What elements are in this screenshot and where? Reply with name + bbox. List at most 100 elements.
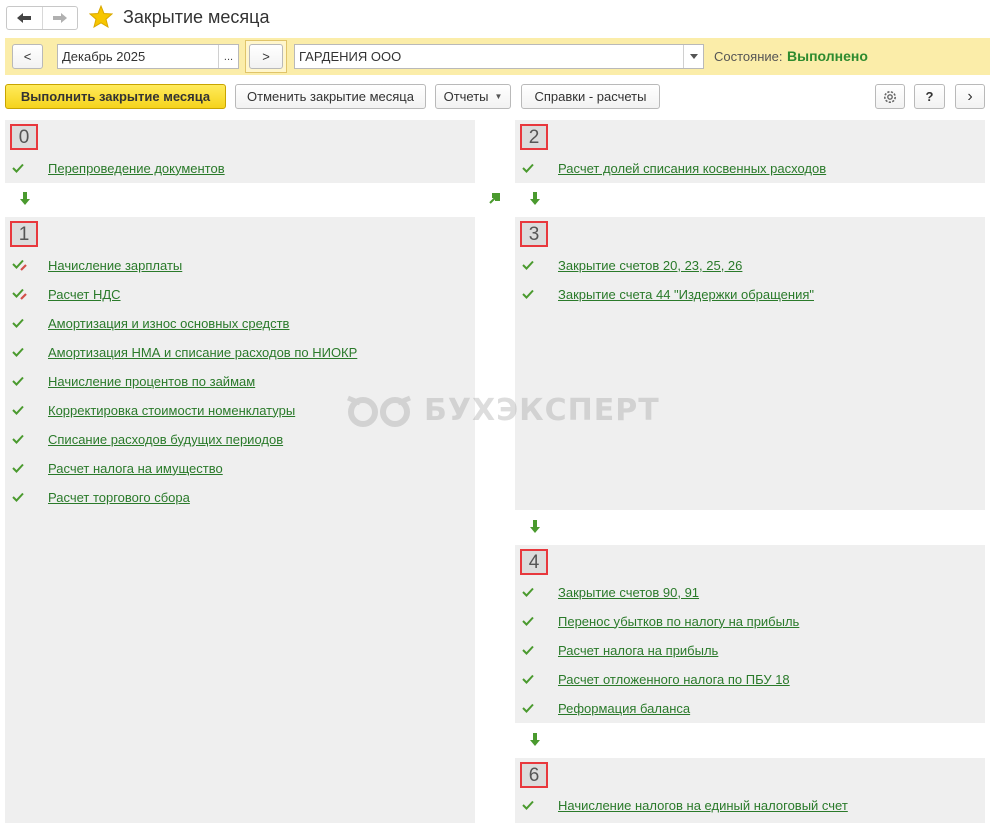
cancel-month-close-button[interactable]: Отменить закрытие месяца	[235, 84, 426, 109]
stage-task-link[interactable]: Расчет торгового сбора	[48, 490, 190, 505]
stage-task-link[interactable]: Списание расходов будущих периодов	[48, 432, 283, 447]
period-field[interactable]: Декабрь 2025 ...	[57, 44, 239, 69]
list-item: Перепроведение документов	[12, 159, 225, 177]
check-icon	[12, 405, 24, 415]
check-edited-icon	[12, 288, 27, 300]
next-period-button[interactable]: >	[249, 44, 283, 69]
stage-task-link[interactable]: Перенос убытков по налогу на прибыль	[558, 614, 799, 629]
stage-badge: 2	[520, 124, 548, 150]
forward-button[interactable]	[41, 7, 78, 29]
list-item: Закрытие счетов 90, 91	[522, 583, 699, 601]
stage-task-link[interactable]: Амортизация НМА и списание расходов по Н…	[48, 345, 357, 360]
check-icon	[522, 260, 534, 270]
check-icon	[12, 163, 24, 173]
list-item: Расчет налога на имущество	[12, 459, 223, 477]
stage-task-link[interactable]: Закрытие счета 44 "Издержки обращения"	[558, 287, 814, 302]
reports-menu-button[interactable]: Отчеты ▼	[435, 84, 511, 109]
back-button[interactable]	[7, 7, 42, 29]
arrow-down-icon	[530, 192, 540, 205]
stage-task-link[interactable]: Расчет НДС	[48, 287, 121, 302]
stage-task-link[interactable]: Расчет долей списания косвенных расходов	[558, 161, 826, 176]
stage-task-link[interactable]: Расчет отложенного налога по ПБУ 18	[558, 672, 790, 687]
stage-task-link[interactable]: Корректировка стоимости номенклатуры	[48, 403, 295, 418]
favorite-star-button[interactable]	[88, 4, 114, 31]
stage-task-link[interactable]: Закрытие счетов 90, 91	[558, 585, 699, 600]
settings-button[interactable]	[875, 84, 905, 109]
check-icon	[12, 376, 24, 386]
period-value: Декабрь 2025	[62, 49, 146, 64]
check-icon	[522, 289, 534, 299]
list-item: Начисление процентов по займам	[12, 372, 255, 390]
stage-badge: 4	[520, 549, 548, 575]
list-item: Корректировка стоимости номенклатуры	[12, 401, 295, 419]
stage-task-link[interactable]: Расчет налога на прибыль	[558, 643, 718, 658]
arrow-up-right-icon	[489, 193, 500, 204]
history-nav	[6, 6, 78, 30]
page-title: Закрытие месяца	[123, 7, 270, 27]
organization-value: ГАРДЕНИЯ ООО	[299, 49, 402, 64]
stage-badge: 0	[10, 124, 38, 150]
state-label: Состояние:	[714, 49, 783, 64]
info-calculations-button[interactable]: Справки - расчеты	[521, 84, 660, 109]
stage-badge: 1	[10, 221, 38, 247]
stage-task-link[interactable]: Амортизация и износ основных средств	[48, 316, 289, 331]
stage-panel-1: 1 Начисление зарплаты Расчет НДС Амортиз…	[5, 217, 475, 823]
check-icon	[522, 645, 534, 655]
stage-panel-3: 3 Закрытие счетов 20, 23, 25, 26 Закрыти…	[515, 217, 985, 510]
check-icon	[12, 492, 24, 502]
stage-task-link[interactable]: Начисление налогов на единый налоговый с…	[558, 798, 848, 813]
arrow-right-icon	[52, 13, 67, 23]
reports-label: Отчеты	[443, 89, 489, 104]
list-item: Закрытие счетов 20, 23, 25, 26	[522, 256, 742, 274]
stage-panel-4: 4 Закрытие счетов 90, 91 Перенос убытков…	[515, 545, 985, 723]
check-icon	[12, 318, 24, 328]
check-icon	[12, 463, 24, 473]
stage-task-link[interactable]: Закрытие счетов 20, 23, 25, 26	[558, 258, 742, 273]
period-select-button[interactable]: ...	[218, 45, 238, 68]
stage-panel-2: 2 Расчет долей списания косвенных расход…	[515, 120, 985, 183]
watermark: БУХЭКСПЕРТ	[346, 393, 660, 428]
list-item: Расчет налога на прибыль	[522, 641, 718, 659]
chevron-down-icon: ▼	[494, 92, 503, 101]
check-icon	[522, 163, 534, 173]
arrow-down-icon	[20, 192, 30, 205]
list-item: Начисление налогов на единый налоговый с…	[522, 796, 848, 814]
prev-period-button[interactable]: <	[12, 44, 43, 69]
check-icon	[522, 616, 534, 626]
star-icon	[88, 4, 114, 29]
organization-field[interactable]: ГАРДЕНИЯ ООО	[294, 44, 704, 69]
stage-task-link[interactable]: Начисление зарплаты	[48, 258, 182, 273]
stage-badge: 6	[520, 762, 548, 788]
stage-task-link[interactable]: Реформация баланса	[558, 701, 690, 716]
stage-task-link[interactable]: Перепроведение документов	[48, 161, 225, 176]
list-item: Закрытие счета 44 "Издержки обращения"	[522, 285, 814, 303]
watermark-text: БУХЭКСПЕРТ	[424, 393, 660, 428]
check-edited-icon	[12, 259, 27, 271]
organization-dropdown-button[interactable]	[683, 45, 703, 68]
list-item: Реформация баланса	[522, 699, 690, 717]
filter-bar: < Декабрь 2025 ... > ГАРДЕНИЯ ООО Состоя…	[5, 38, 990, 75]
check-icon	[522, 703, 534, 713]
stage-badge: 3	[520, 221, 548, 247]
list-item: Начисление зарплаты	[12, 256, 182, 274]
list-item: Списание расходов будущих периодов	[12, 430, 283, 448]
check-icon	[522, 587, 534, 597]
check-icon	[522, 674, 534, 684]
chevron-down-icon	[689, 54, 698, 59]
list-item: Перенос убытков по налогу на прибыль	[522, 612, 799, 630]
check-icon	[522, 800, 534, 810]
more-button[interactable]: ›	[955, 84, 985, 109]
arrow-down-icon	[530, 520, 540, 533]
stage-task-link[interactable]: Расчет налога на имущество	[48, 461, 223, 476]
stage-panel-0: 0 Перепроведение документов	[5, 120, 475, 183]
run-month-close-button[interactable]: Выполнить закрытие месяца	[5, 84, 226, 109]
stage-task-link[interactable]: Начисление процентов по займам	[48, 374, 255, 389]
state-value: Выполнено	[787, 48, 868, 64]
arrow-left-icon	[17, 13, 32, 23]
list-item: Расчет торгового сбора	[12, 488, 190, 506]
stage-panel-6: 6 Начисление налогов на единый налоговый…	[515, 758, 985, 823]
list-item: Расчет долей списания косвенных расходов	[522, 159, 826, 177]
check-icon	[12, 347, 24, 357]
help-button[interactable]: ?	[914, 84, 945, 109]
list-item: Расчет НДС	[12, 285, 121, 303]
